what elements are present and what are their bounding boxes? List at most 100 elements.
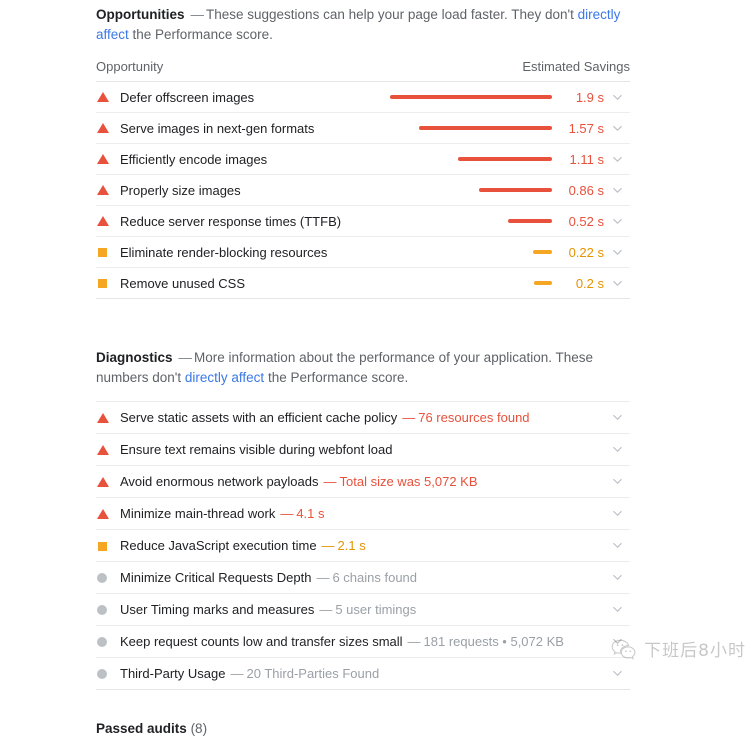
severity-fail-triangle-icon bbox=[96, 442, 112, 458]
estimated-savings-value: 1.9 s bbox=[575, 89, 604, 105]
diagnostic-row[interactable]: Third-Party Usage —20 Third-Parties Found bbox=[96, 657, 630, 690]
diagnostic-title-wrap: Reduce JavaScript execution time —2.1 s bbox=[120, 538, 604, 553]
wechat-logo-icon bbox=[611, 638, 637, 660]
savings-bar bbox=[508, 219, 552, 223]
diagnostic-title: Third-Party Usage bbox=[120, 666, 226, 681]
diagnostic-value: 181 requests • 5,072 KB bbox=[423, 634, 564, 649]
chevron-down-icon[interactable] bbox=[604, 476, 630, 487]
chevron-down-icon[interactable] bbox=[604, 444, 630, 455]
savings-bar-track bbox=[372, 188, 560, 192]
diagnostic-row[interactable]: Keep request counts low and transfer siz… bbox=[96, 625, 630, 657]
diagnostic-value-dash: — bbox=[319, 602, 333, 617]
diagnostic-title-wrap: User Timing marks and measures —5 user ti… bbox=[120, 602, 604, 617]
severity-fail-triangle-icon bbox=[96, 506, 112, 522]
estimated-savings-value: 0.52 s bbox=[568, 213, 604, 229]
opportunity-title: Remove unused CSS bbox=[120, 275, 246, 291]
diagnostics-list: Serve static assets with an efficient ca… bbox=[96, 401, 630, 690]
diagnostic-value-wrap: — Total size was 5,072 KB bbox=[319, 474, 478, 489]
watermark-text: 下班后8小时 bbox=[644, 641, 746, 661]
diagnostic-title: User Timing marks and measures bbox=[120, 602, 315, 617]
chevron-down-icon[interactable] bbox=[604, 123, 630, 134]
savings-bar-track bbox=[372, 157, 560, 161]
opportunity-title: Properly size images bbox=[120, 182, 241, 198]
chevron-down-icon[interactable] bbox=[604, 216, 630, 227]
opportunities-list: Defer offscreen images 1.9 s Serve images … bbox=[96, 82, 630, 299]
diagnostics-dash: — bbox=[178, 350, 193, 365]
diagnostic-title-wrap: Minimize Critical Requests Depth —6 chain… bbox=[120, 570, 604, 585]
diagnostic-title: Keep request counts low and transfer siz… bbox=[120, 634, 403, 649]
diagnostic-row[interactable]: Minimize main-thread work —4.1 s bbox=[96, 497, 630, 529]
diagnostic-value-wrap: —6 chains found bbox=[311, 570, 417, 585]
diagnostic-value: 2.1 s bbox=[337, 538, 366, 553]
savings-bar-track bbox=[372, 219, 560, 223]
diagnostic-value: 20 Third-Parties Found bbox=[246, 666, 380, 681]
opportunity-title: Reduce server response times (TTFB) bbox=[120, 213, 342, 229]
diagnostic-row[interactable]: User Timing marks and measures —5 user ti… bbox=[96, 593, 630, 625]
diagnostic-row[interactable]: Avoid enormous network payloads — Total si… bbox=[96, 465, 630, 497]
severity-info-circle-icon bbox=[96, 570, 112, 586]
diagnostic-value: 6 chains found bbox=[332, 570, 418, 585]
savings-bar-track bbox=[372, 281, 560, 285]
opportunities-description-before: These suggestions can help your page loa… bbox=[206, 7, 578, 22]
diagnostic-value-dash: — bbox=[402, 410, 416, 425]
opportunities-intro: Opportunities — These suggestions can help… bbox=[96, 0, 630, 45]
diagnostic-row[interactable]: Ensure text remains visible during webfo… bbox=[96, 433, 630, 465]
savings-bar bbox=[390, 95, 552, 99]
opportunity-row[interactable]: Defer offscreen images 1.9 s bbox=[96, 82, 630, 113]
diagnostic-title: Serve static assets with an efficient ca… bbox=[120, 410, 398, 425]
diagnostic-title: Avoid enormous network payloads bbox=[120, 474, 319, 489]
opportunity-row[interactable]: Efficiently encode images 1.11 s bbox=[96, 144, 630, 175]
diagnostic-value-dash: — bbox=[280, 506, 294, 521]
diagnostic-value-dash: — bbox=[323, 474, 337, 489]
diagnostic-value-dash: — bbox=[321, 538, 335, 553]
diagnostic-row[interactable]: Reduce JavaScript execution time —2.1 s bbox=[96, 529, 630, 561]
diagnostic-title-wrap: Minimize main-thread work —4.1 s bbox=[120, 506, 604, 521]
diagnostic-value-wrap: —76 resources found bbox=[397, 410, 529, 425]
severity-info-circle-icon bbox=[96, 634, 112, 650]
diagnostics-heading: Diagnostics bbox=[96, 350, 173, 365]
opportunity-row[interactable]: Serve images in next-gen formats 1.57 s bbox=[96, 113, 630, 144]
severity-info-circle-icon bbox=[96, 602, 112, 618]
estimated-savings-value: 0.86 s bbox=[568, 182, 604, 198]
severity-fail-triangle-icon bbox=[96, 120, 112, 136]
diagnostic-value-wrap: —20 Third-Parties Found bbox=[225, 666, 379, 681]
chevron-down-icon[interactable] bbox=[604, 668, 630, 679]
estimated-savings-value: 0.2 s bbox=[575, 275, 604, 291]
chevron-down-icon[interactable] bbox=[604, 508, 630, 519]
diagnostic-value-wrap: —181 requests • 5,072 KB bbox=[403, 634, 564, 649]
opportunity-title: Serve images in next-gen formats bbox=[120, 120, 315, 136]
chevron-down-icon[interactable] bbox=[604, 278, 630, 289]
diagnostic-value-wrap: —5 user timings bbox=[314, 602, 416, 617]
opportunities-description-after: the Performance score. bbox=[128, 27, 273, 42]
diagnostic-title: Minimize main-thread work bbox=[120, 506, 276, 521]
diagnostic-row[interactable]: Serve static assets with an efficient ca… bbox=[96, 401, 630, 433]
chevron-down-icon[interactable] bbox=[604, 185, 630, 196]
diagnostic-value: 4.1 s bbox=[296, 506, 325, 521]
diagnostics-directly-affect-link[interactable]: directly affect bbox=[185, 370, 264, 385]
savings-bar bbox=[534, 281, 552, 285]
diagnostic-title: Reduce JavaScript execution time bbox=[120, 538, 317, 553]
passed-audits-section[interactable]: Passed audits (8) bbox=[96, 721, 630, 736]
chevron-down-icon[interactable] bbox=[604, 247, 630, 258]
opportunity-row[interactable]: Properly size images 0.86 s bbox=[96, 175, 630, 206]
diagnostic-title-wrap: Avoid enormous network payloads — Total si… bbox=[120, 474, 604, 489]
chevron-down-icon[interactable] bbox=[604, 572, 630, 583]
chevron-down-icon[interactable] bbox=[604, 540, 630, 551]
diagnostic-value: 76 resources found bbox=[418, 410, 530, 425]
savings-bar bbox=[479, 188, 552, 192]
opportunity-row[interactable]: Eliminate render-blocking resources 0.22 … bbox=[96, 237, 630, 268]
diagnostic-row[interactable]: Minimize Critical Requests Depth —6 chain… bbox=[96, 561, 630, 593]
chevron-down-icon[interactable] bbox=[604, 604, 630, 615]
chevron-down-icon[interactable] bbox=[604, 92, 630, 103]
chevron-down-icon[interactable] bbox=[604, 412, 630, 423]
diagnostics-description-after: the Performance score. bbox=[264, 370, 409, 385]
estimated-savings-value: 1.57 s bbox=[568, 120, 604, 136]
opportunity-row[interactable]: Remove unused CSS 0.2 s bbox=[96, 268, 630, 299]
severity-fail-triangle-icon bbox=[96, 182, 112, 198]
chevron-down-icon[interactable] bbox=[604, 154, 630, 165]
diagnostic-value-wrap: —2.1 s bbox=[317, 538, 366, 553]
severity-fail-triangle-icon bbox=[96, 410, 112, 426]
savings-bar-track bbox=[372, 126, 560, 130]
opportunity-row[interactable]: Reduce server response times (TTFB) 0.52 … bbox=[96, 206, 630, 237]
severity-average-square-icon bbox=[96, 275, 112, 291]
